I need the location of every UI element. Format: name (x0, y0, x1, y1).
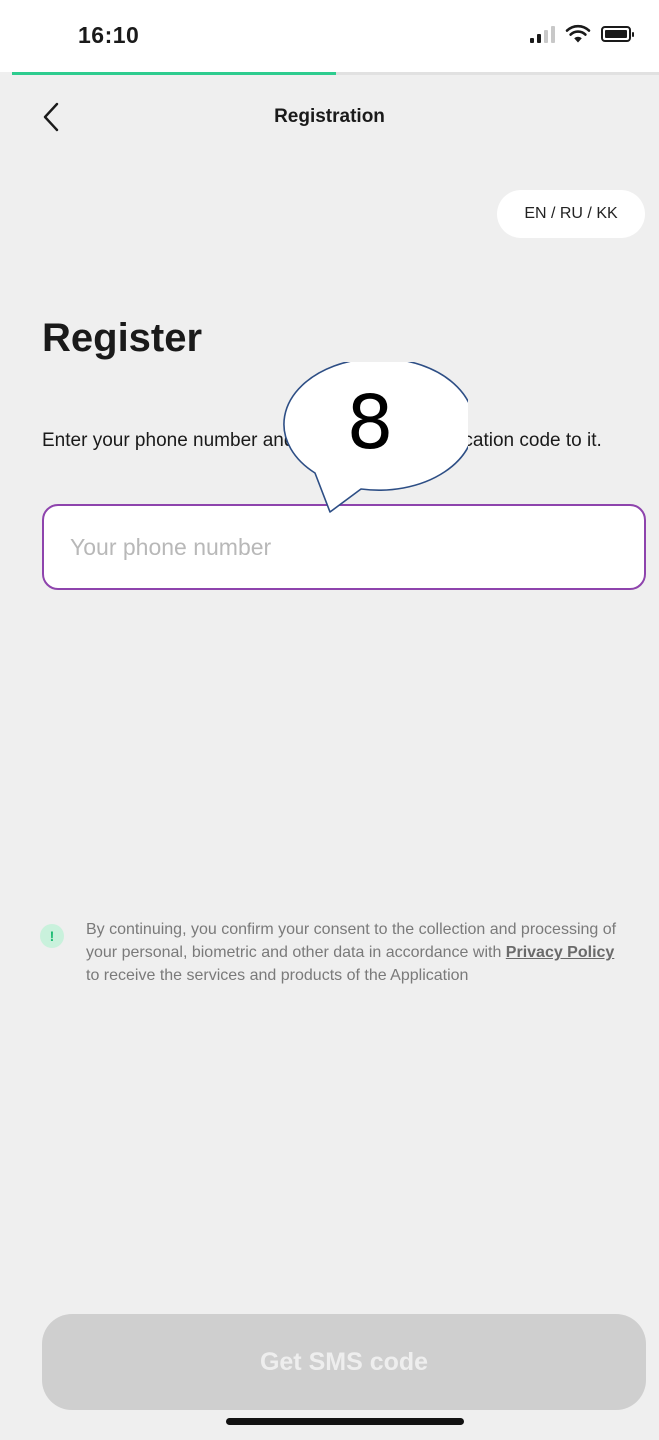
register-heading: Register (42, 316, 203, 360)
home-indicator (226, 1418, 464, 1425)
get-sms-code-button[interactable]: Get SMS code (42, 1314, 646, 1410)
status-bar: 16:10 (0, 0, 659, 72)
battery-icon (601, 26, 634, 42)
registration-progress-bar (12, 72, 659, 75)
phone-number-field[interactable] (42, 504, 646, 590)
info-icon: ! (40, 924, 64, 948)
status-icons (530, 24, 634, 44)
cellular-signal-icon (530, 25, 555, 43)
progress-fill (12, 72, 336, 75)
consent-text: By continuing, you confirm your consent … (86, 918, 620, 987)
page-title: Registration (274, 106, 385, 127)
language-switch-button[interactable]: EN / RU / KK (497, 190, 645, 238)
step-number-callout: 8 (272, 362, 468, 514)
consent-notice: ! By continuing, you confirm your consen… (40, 918, 620, 987)
status-time: 16:10 (78, 22, 140, 48)
registration-screen: 16:10 Registration EN / RU / KK Register… (0, 0, 659, 1440)
step-number-label: 8 (346, 380, 394, 466)
privacy-policy-link[interactable]: Privacy Policy (506, 944, 615, 961)
wifi-icon (565, 24, 591, 43)
consent-text-end: to receive the services and products of … (86, 967, 469, 984)
phone-number-input[interactable] (70, 533, 644, 561)
